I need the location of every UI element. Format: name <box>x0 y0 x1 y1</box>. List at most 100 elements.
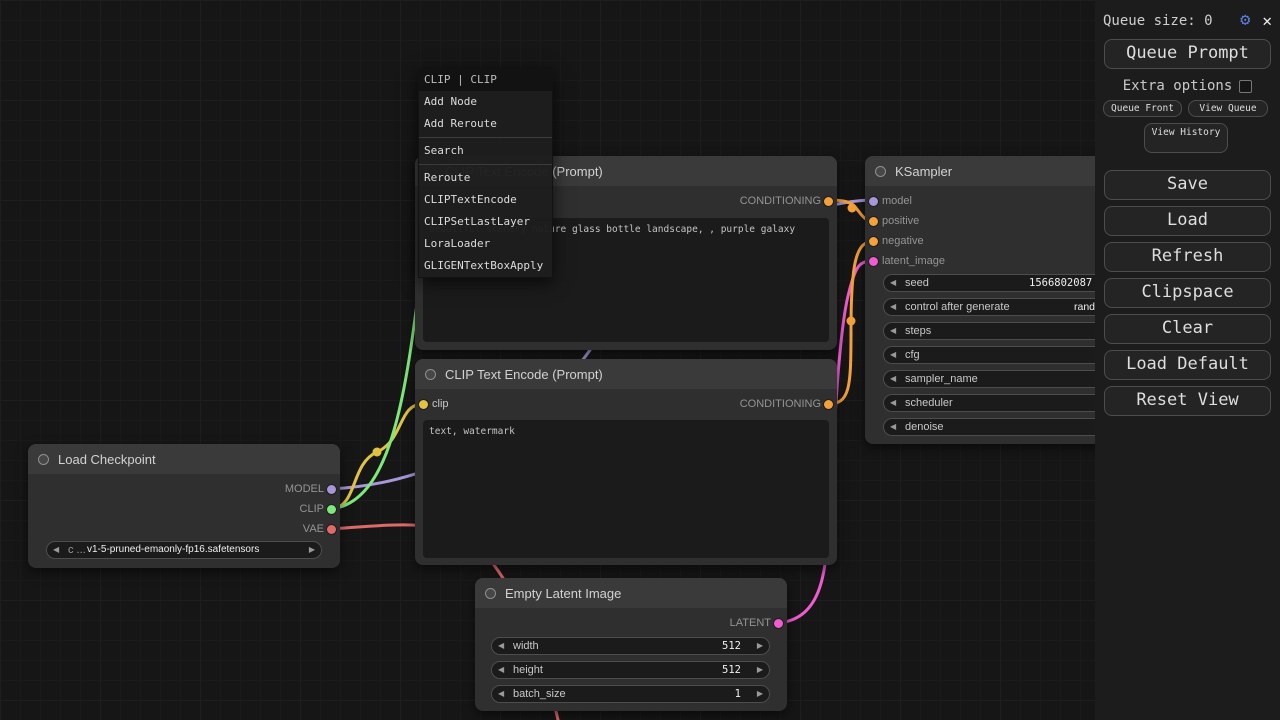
node-title-label: CLIP Text Encode (Prompt) <box>445 367 603 382</box>
widget-name: sampler_name <box>905 371 978 387</box>
menu-item-add-node[interactable]: Add Node <box>419 91 552 113</box>
prompt-textarea[interactable]: text, watermark <box>423 420 829 558</box>
next-arrow-icon[interactable]: ▶ <box>757 686 763 702</box>
input-label-clip: clip <box>432 397 449 411</box>
input-slot-positive-icon[interactable] <box>869 217 878 226</box>
collapse-dot-icon[interactable] <box>485 588 496 599</box>
node-title-bar[interactable]: CLIP Text Encode (Prompt) <box>415 359 837 389</box>
menu-separator <box>419 137 552 138</box>
save-button[interactable]: Save <box>1104 170 1271 200</box>
collapse-dot-icon[interactable] <box>425 369 436 380</box>
prev-arrow-icon[interactable]: ◀ <box>890 275 896 291</box>
output-label-vae: VAE <box>303 522 324 536</box>
widget-name: c ... <box>68 542 86 558</box>
node-title-label: Load Checkpoint <box>58 452 156 467</box>
input-label-latent-image: latent_image <box>882 254 945 268</box>
refresh-button[interactable]: Refresh <box>1104 242 1271 272</box>
load-button[interactable]: Load <box>1104 206 1271 236</box>
node-load-checkpoint[interactable]: Load Checkpoint MODEL CLIP VAE ◀ c ... v… <box>28 444 340 568</box>
view-queue-button[interactable]: View Queue <box>1188 100 1268 117</box>
widget-name: denoise <box>905 419 944 435</box>
queue-size-label: Queue size: 0 <box>1103 13 1213 29</box>
menu-item-loraloader[interactable]: LoraLoader <box>419 233 552 255</box>
queue-prompt-button[interactable]: Queue Prompt <box>1104 39 1271 69</box>
menu-item-reroute[interactable]: Reroute <box>419 167 552 189</box>
widget-name: batch_size <box>513 686 566 702</box>
output-slot-conditioning-icon[interactable] <box>824 400 833 409</box>
node-clip-text-encode-negative[interactable]: CLIP Text Encode (Prompt) clip CONDITION… <box>415 359 837 565</box>
prev-arrow-icon[interactable]: ◀ <box>498 686 504 702</box>
clipspace-button[interactable]: Clipspace <box>1104 278 1271 308</box>
height-widget[interactable]: ◀ height 512 ▶ <box>491 661 770 679</box>
widget-name: cfg <box>905 347 920 363</box>
prev-arrow-icon[interactable]: ◀ <box>890 323 896 339</box>
prev-arrow-icon[interactable]: ◀ <box>890 395 896 411</box>
link-midpoint-dot <box>848 204 857 213</box>
input-slot-clip-icon[interactable] <box>419 400 428 409</box>
output-slot-latent-icon[interactable] <box>774 619 783 628</box>
menu-item-search[interactable]: Search <box>419 140 552 162</box>
widget-name: control after generate <box>905 299 1010 315</box>
prev-arrow-icon[interactable]: ◀ <box>890 419 896 435</box>
next-arrow-icon[interactable]: ▶ <box>757 638 763 654</box>
view-history-button[interactable]: View History <box>1144 123 1228 153</box>
load-default-button[interactable]: Load Default <box>1104 350 1271 380</box>
queue-front-button[interactable]: Queue Front <box>1103 100 1182 117</box>
link-midpoint-dot <box>373 448 382 457</box>
prev-arrow-icon[interactable]: ◀ <box>498 638 504 654</box>
link-midpoint-dot <box>847 317 856 326</box>
widget-name: scheduler <box>905 395 953 411</box>
input-label-model: model <box>882 194 912 208</box>
prev-arrow-icon[interactable]: ◀ <box>53 542 59 558</box>
prev-arrow-icon[interactable]: ◀ <box>498 662 504 678</box>
node-empty-latent-image[interactable]: Empty Latent Image LATENT ◀ width 512 ▶ … <box>475 578 787 711</box>
prev-arrow-icon[interactable]: ◀ <box>890 299 896 315</box>
ckpt-name-widget[interactable]: ◀ c ... v1-5-pruned-emaonly-fp16.safeten… <box>46 541 322 559</box>
output-slot-model-icon[interactable] <box>327 485 336 494</box>
input-slot-latent-image-icon[interactable] <box>869 257 878 266</box>
settings-gear-icon[interactable]: ⚙ <box>1240 12 1250 29</box>
clear-button[interactable]: Clear <box>1104 314 1271 344</box>
menu-item-clipsetlastlayer[interactable]: CLIPSetLastLayer <box>419 211 552 233</box>
menu-item-cliptextencode[interactable]: CLIPTextEncode <box>419 189 552 211</box>
input-slot-negative-icon[interactable] <box>869 237 878 246</box>
output-label-conditioning: CONDITIONING <box>740 397 821 411</box>
input-label-positive: positive <box>882 214 919 228</box>
node-title-label: KSampler <box>895 164 952 179</box>
menu-item-gligentextboxapply[interactable]: GLIGENTextBoxApply <box>419 255 552 277</box>
extra-options-label: Extra options <box>1123 78 1233 94</box>
next-arrow-icon[interactable]: ▶ <box>757 662 763 678</box>
prev-arrow-icon[interactable]: ◀ <box>890 347 896 363</box>
menu-item-add-reroute[interactable]: Add Reroute <box>419 113 552 135</box>
widget-value: 1 <box>735 686 741 702</box>
menu-separator <box>419 164 552 165</box>
node-context-menu: CLIP | CLIP Add Node Add Reroute Search … <box>418 68 553 278</box>
node-title-bar[interactable]: Empty Latent Image <box>475 578 787 608</box>
width-widget[interactable]: ◀ width 512 ▶ <box>491 637 770 655</box>
node-title-bar[interactable]: Load Checkpoint <box>28 444 340 474</box>
output-slot-conditioning-icon[interactable] <box>824 197 833 206</box>
node-title-label: Empty Latent Image <box>505 586 621 601</box>
output-slot-vae-icon[interactable] <box>327 525 336 534</box>
widget-value: 512 <box>722 662 741 678</box>
widget-value: v1-5-pruned-emaonly-fp16.safetensors <box>87 542 259 558</box>
next-arrow-icon[interactable]: ▶ <box>309 542 315 558</box>
output-label-latent: LATENT <box>730 616 771 630</box>
reset-view-button[interactable]: Reset View <box>1104 386 1271 416</box>
node-graph-canvas[interactable]: Load Checkpoint MODEL CLIP VAE ◀ c ... v… <box>0 0 1280 720</box>
collapse-dot-icon[interactable] <box>875 166 886 177</box>
input-slot-model-icon[interactable] <box>869 197 878 206</box>
widget-value: 1566802087 <box>1029 275 1092 291</box>
comfy-menu-panel: Queue size: 0 ⚙ ✕ Queue Prompt Extra opt… <box>1095 0 1280 720</box>
collapse-dot-icon[interactable] <box>38 454 49 465</box>
output-slot-clip-icon[interactable] <box>327 505 336 514</box>
prev-arrow-icon[interactable]: ◀ <box>890 371 896 387</box>
close-icon[interactable]: ✕ <box>1262 13 1272 29</box>
widget-name: steps <box>905 323 931 339</box>
widget-name: width <box>513 638 539 654</box>
batch-size-widget[interactable]: ◀ batch_size 1 ▶ <box>491 685 770 703</box>
extra-options-checkbox[interactable] <box>1239 80 1252 93</box>
widget-name: seed <box>905 275 929 291</box>
widget-value: 512 <box>722 638 741 654</box>
output-label-model: MODEL <box>285 482 324 496</box>
